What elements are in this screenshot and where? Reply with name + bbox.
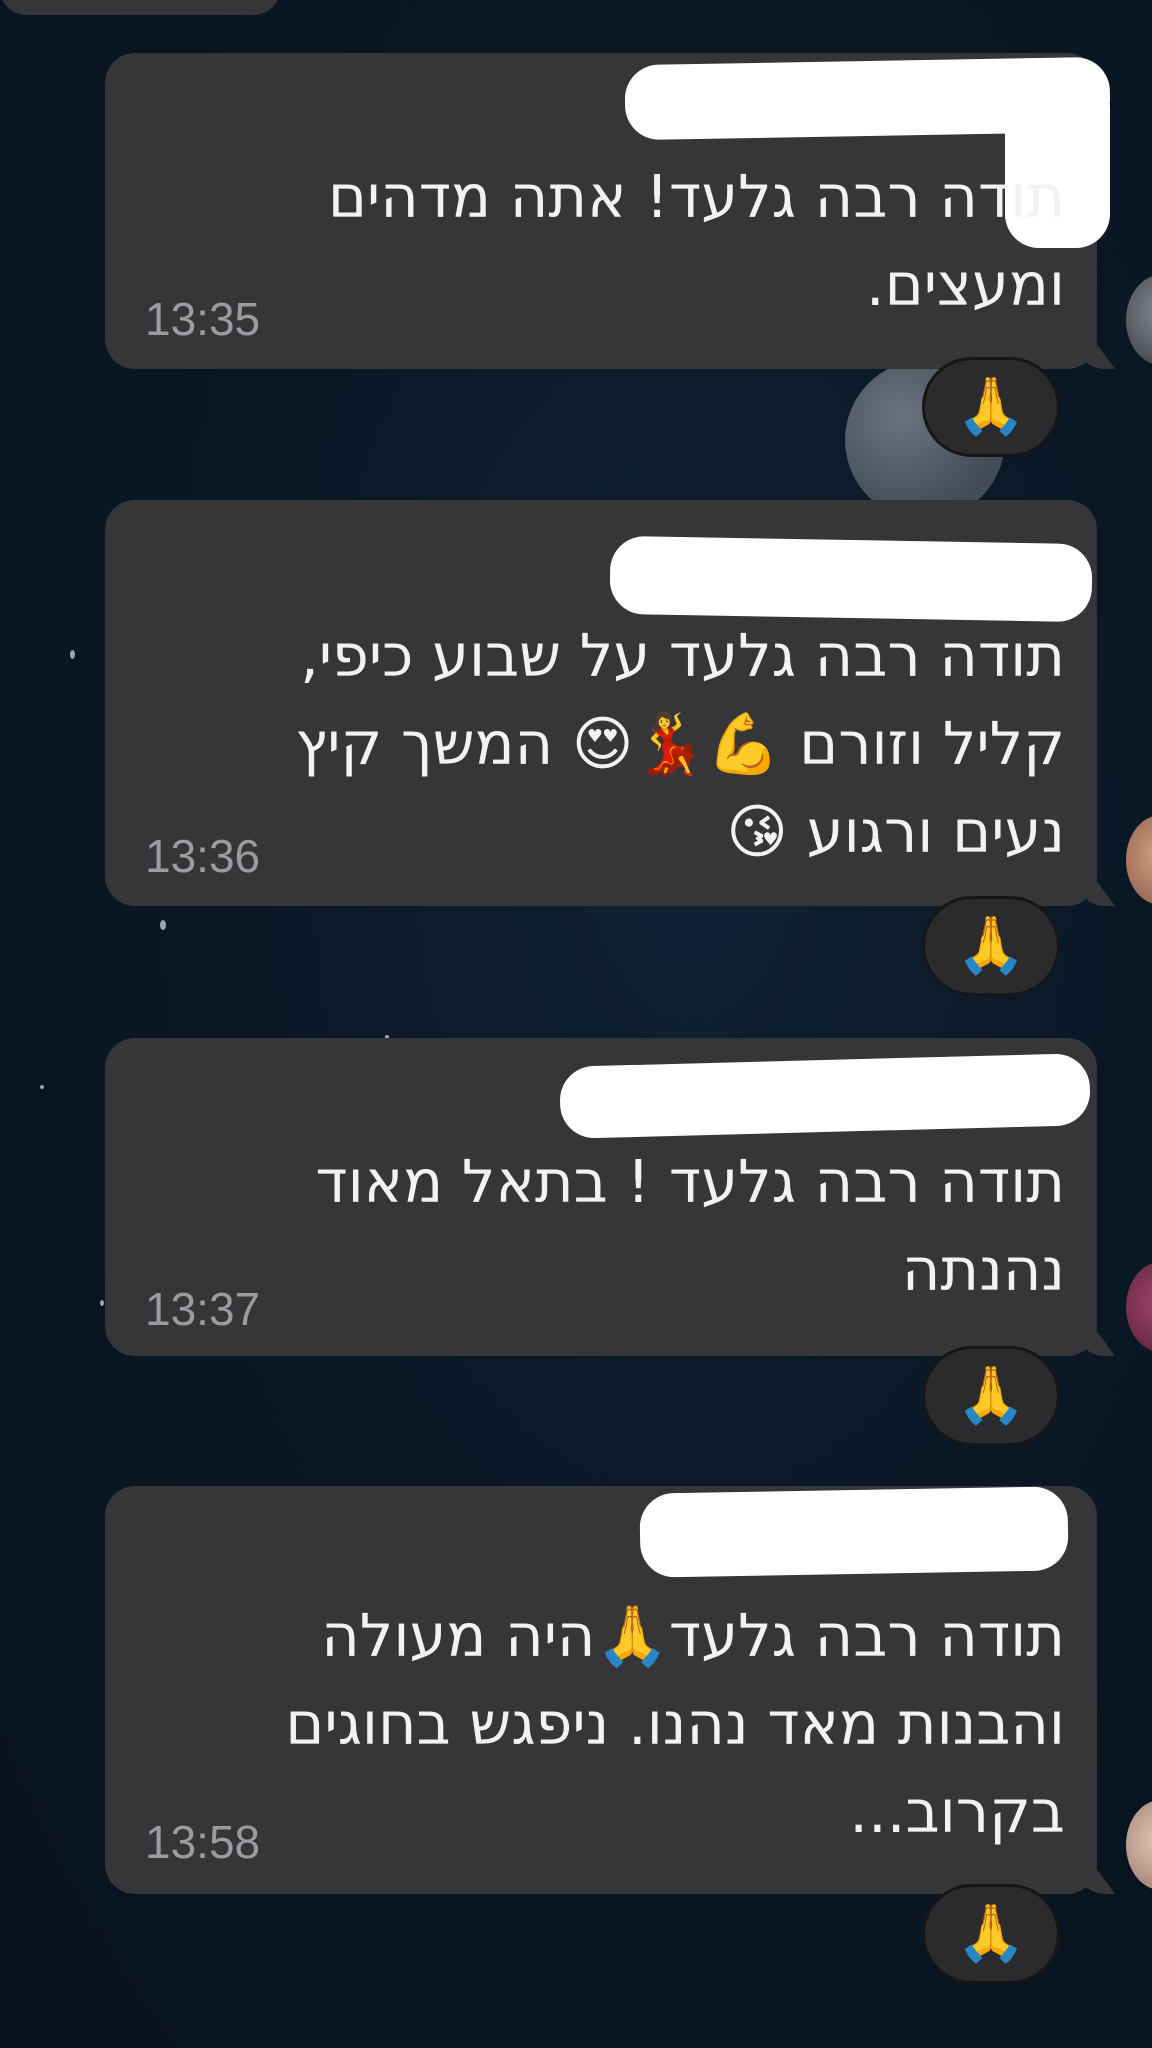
message-text: תודה רבה גלעד ! בתאל מאוד נהנתה xyxy=(315,1138,1065,1314)
message-line: תודה רבה גלעד! אתה מדהים xyxy=(327,162,1065,231)
background-star xyxy=(100,1300,104,1306)
background-star xyxy=(40,1085,44,1089)
bubble-tail xyxy=(1075,876,1115,906)
bubble-tail xyxy=(1075,339,1115,369)
folded-hands-icon: 🙏 xyxy=(956,374,1026,439)
message-line: נעים ורגוע 😘 xyxy=(726,797,1065,866)
message-line: תודה רבה גלעד ! בתאל מאוד xyxy=(315,1147,1065,1216)
folded-hands-icon: 🙏 xyxy=(956,1901,1026,1966)
redaction-mark xyxy=(559,1053,1091,1139)
message-line: תודה רבה גלעד על שבוע כיפי, xyxy=(300,621,1065,690)
redaction-mark xyxy=(609,535,1093,623)
contact-avatar[interactable] xyxy=(1126,1262,1152,1352)
reaction-badge[interactable]: 🙏 xyxy=(922,896,1060,996)
bubble-tail xyxy=(1075,1326,1115,1356)
folded-hands-icon: 🙏 xyxy=(956,1363,1026,1428)
message-line: והבנות מאד נהנו. ניפגש בחוגים xyxy=(285,1689,1065,1758)
reaction-badge[interactable]: 🙏 xyxy=(922,1884,1060,1984)
redaction-mark xyxy=(639,1486,1069,1578)
message-text: תודה רבה גלעד על שבוע כיפי, קליל וזורם 💪… xyxy=(295,612,1065,876)
message-bubble[interactable]: תודה רבה גלעד על שבוע כיפי, קליל וזורם 💪… xyxy=(105,500,1115,906)
message-text: תודה רבה גלעד! אתה מדהים ומעצים. xyxy=(328,153,1065,329)
folded-hands-icon: 🙏 xyxy=(956,913,1026,978)
message-bubble[interactable]: תודה רבה גלעד ! בתאל מאוד נהנתה 13:37 xyxy=(105,1038,1115,1356)
message-time: 13:58 xyxy=(145,1816,261,1868)
message-text: תודה רבה גלעד🙏היה מעולה והבנות מאד נהנו.… xyxy=(285,1592,1065,1856)
message-line: קליל וזורם 💪💃😍 המשך קיץ xyxy=(295,709,1065,778)
message-bubble[interactable]: תודה רבה גלעד🙏היה מעולה והבנות מאד נהנו.… xyxy=(105,1486,1115,1894)
previous-message-bubble xyxy=(0,0,280,15)
message-bubble[interactable]: תודה רבה גלעד! אתה מדהים ומעצים. 13:35 xyxy=(105,53,1115,369)
contact-avatar[interactable] xyxy=(1126,275,1152,365)
contact-avatar[interactable] xyxy=(1126,815,1152,905)
bubble-tail xyxy=(1075,1864,1115,1894)
reaction-badge[interactable]: 🙏 xyxy=(922,1346,1060,1446)
background-star xyxy=(70,650,75,659)
message-line: בקרוב... xyxy=(849,1777,1065,1846)
reaction-badge[interactable]: 🙏 xyxy=(922,357,1060,457)
contact-avatar[interactable] xyxy=(1126,1800,1152,1890)
message-line: תודה רבה גלעד🙏היה מעולה xyxy=(321,1601,1065,1670)
message-line: נהנתה xyxy=(901,1235,1065,1304)
background-star xyxy=(160,920,166,930)
message-time: 13:36 xyxy=(145,830,261,882)
message-line: ומעצים. xyxy=(865,250,1065,319)
message-time: 13:37 xyxy=(145,1283,261,1335)
message-time: 13:35 xyxy=(145,293,261,345)
